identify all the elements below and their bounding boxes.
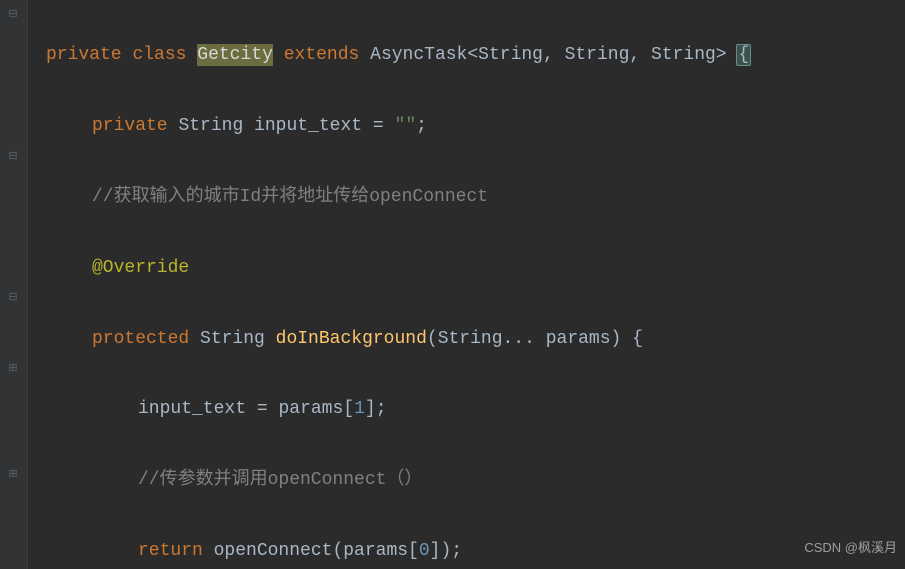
- brace-open: {: [736, 44, 751, 66]
- code-line: private class Getcity extends AsyncTask<…: [46, 38, 905, 73]
- close: ]);: [430, 541, 462, 561]
- code-line: input_text = params[1];: [46, 392, 905, 427]
- semicolon: ;: [416, 116, 427, 136]
- keyword-private: private: [92, 116, 168, 136]
- supertype: AsyncTask<String, String, String>: [370, 45, 726, 65]
- operator: =: [257, 399, 268, 419]
- fold-toggle-icon[interactable]: ⊟: [6, 150, 20, 164]
- operator: =: [373, 116, 384, 136]
- fold-toggle-icon[interactable]: ⊟: [6, 8, 20, 22]
- code-line: @Override: [46, 251, 905, 286]
- variable-name: input_text: [254, 116, 362, 136]
- code-editor[interactable]: private class Getcity extends AsyncTask<…: [28, 0, 905, 569]
- watermark: CSDN @枫溪月: [804, 530, 897, 565]
- code-line: private String input_text = "";: [46, 109, 905, 144]
- keyword-class: class: [132, 45, 186, 65]
- code-line: protected String doInBackground(String..…: [46, 322, 905, 357]
- class-name: Getcity: [197, 44, 273, 66]
- keyword-return: return: [138, 541, 203, 561]
- brace-open: {: [632, 329, 643, 349]
- keyword-protected: protected: [92, 329, 189, 349]
- return-type: String: [200, 329, 265, 349]
- fold-end-icon[interactable]: ⊟: [6, 291, 20, 305]
- fold-expand-icon[interactable]: ⊞: [6, 362, 20, 376]
- string-literal: "": [395, 116, 417, 136]
- fold-expand-icon[interactable]: ⊞: [6, 468, 20, 482]
- number-literal: 0: [419, 541, 430, 561]
- number-literal: 1: [354, 399, 365, 419]
- method-call: openConnect(params[: [214, 541, 419, 561]
- params: (String... params): [427, 329, 621, 349]
- code-line: return openConnect(params[0]);: [46, 534, 905, 569]
- keyword-private: private: [46, 45, 122, 65]
- annotation-override: @Override: [92, 258, 189, 278]
- comment: //传参数并调用openConnect（）: [138, 470, 422, 490]
- comment: //获取输入的城市Id并将地址传给openConnect: [92, 187, 488, 207]
- editor-gutter: ⊟ ⊟ ⊟ ⊞ ⊞: [0, 0, 28, 569]
- keyword-extends: extends: [284, 45, 360, 65]
- code-line: //传参数并调用openConnect（）: [46, 463, 905, 498]
- close: ];: [365, 399, 387, 419]
- expression: params[: [278, 399, 354, 419]
- code-line: //获取输入的城市Id并将地址传给openConnect: [46, 180, 905, 215]
- variable-name: input_text: [138, 399, 246, 419]
- type: String: [178, 116, 243, 136]
- method-name: doInBackground: [276, 329, 427, 349]
